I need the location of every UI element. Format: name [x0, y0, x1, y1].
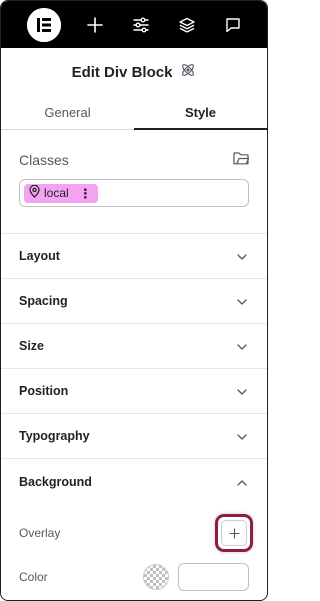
chevron-down-icon — [237, 337, 247, 355]
background-controls: Overlay Color — [1, 504, 267, 596]
overlay-row: Overlay — [19, 504, 253, 556]
section-label: Spacing — [19, 294, 68, 308]
section-label: Position — [19, 384, 69, 398]
color-row: Color — [19, 556, 249, 596]
section-label: Typography — [19, 429, 90, 443]
layers-icon[interactable] — [164, 1, 210, 48]
class-chip-label: local — [44, 186, 69, 200]
elementor-logo-icon[interactable] — [27, 7, 61, 42]
map-pin-icon — [29, 184, 40, 201]
chevron-down-icon — [237, 427, 247, 445]
section-label: Size — [19, 339, 45, 353]
section-label: Background — [19, 474, 92, 489]
section-background[interactable]: Background — [1, 459, 267, 504]
overlay-label: Overlay — [19, 526, 61, 540]
color-input[interactable] — [178, 563, 249, 591]
plus-icon[interactable] — [72, 1, 118, 48]
editor-panel: Edit Div Block General Style Classes loc… — [0, 0, 268, 601]
color-label: Color — [19, 570, 48, 584]
atom-icon — [180, 62, 196, 83]
comment-icon[interactable] — [210, 1, 256, 48]
section-typography[interactable]: Typography — [1, 414, 267, 459]
chevron-down-icon — [237, 382, 247, 400]
section-spacing[interactable]: Spacing — [1, 279, 267, 324]
sliders-icon[interactable] — [118, 1, 164, 48]
classes-section: Classes local ⋮ — [1, 130, 267, 234]
classes-label: Classes — [19, 152, 69, 168]
chevron-down-icon — [237, 292, 247, 310]
tab-bar: General Style — [1, 96, 267, 130]
add-overlay-button[interactable] — [221, 520, 247, 546]
tab-style[interactable]: Style — [134, 96, 267, 130]
panel-header: Edit Div Block — [1, 48, 267, 96]
section-layout[interactable]: Layout — [1, 234, 267, 279]
chevron-down-icon — [237, 247, 247, 265]
section-position[interactable]: Position — [1, 369, 267, 414]
section-label: Layout — [19, 249, 60, 263]
chevron-up-icon — [237, 473, 247, 491]
top-toolbar — [1, 1, 267, 48]
more-vertical-icon[interactable]: ⋮ — [79, 187, 92, 200]
overlay-add-highlight — [215, 514, 253, 552]
class-chip[interactable]: local ⋮ — [24, 183, 98, 203]
section-size[interactable]: Size — [1, 324, 267, 369]
page-title: Edit Div Block — [71, 63, 173, 81]
classes-input[interactable]: local ⋮ — [19, 179, 249, 207]
color-swatch[interactable] — [143, 564, 169, 590]
folder-icon[interactable] — [233, 151, 250, 170]
tab-general[interactable]: General — [1, 96, 134, 129]
